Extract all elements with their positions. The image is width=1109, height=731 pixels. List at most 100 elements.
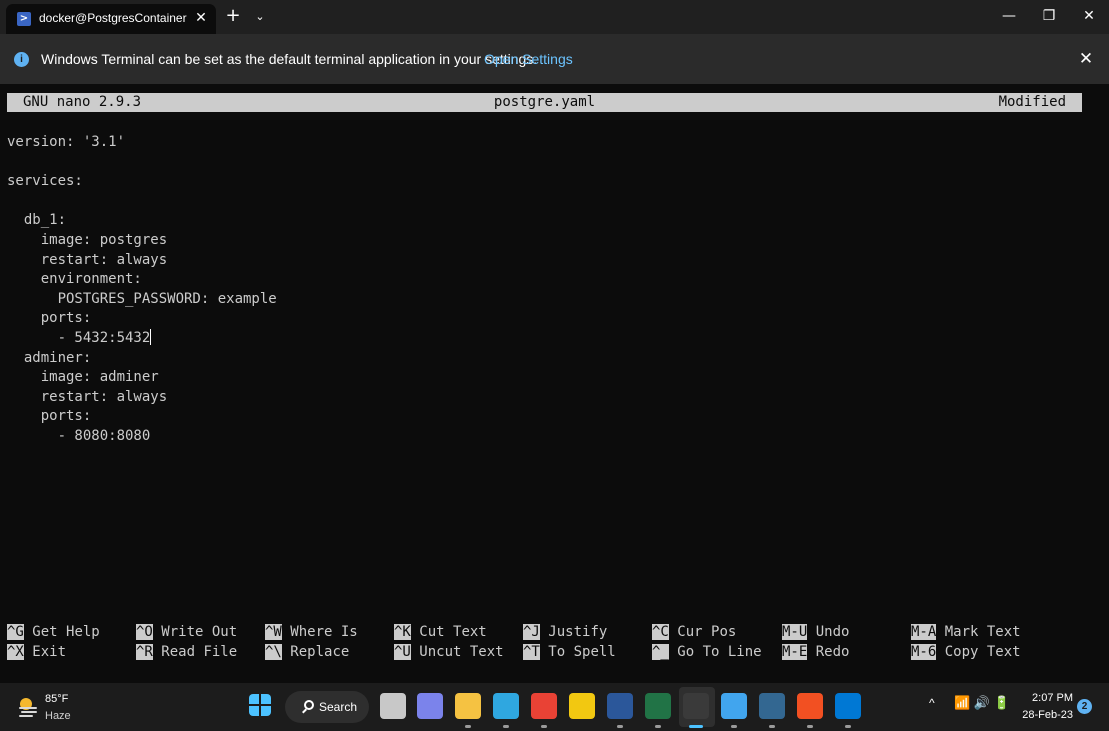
- editor-line: environment:: [7, 271, 142, 288]
- shortcut-key: M-A: [911, 624, 937, 640]
- microsoft-store-icon[interactable]: [797, 693, 823, 719]
- shortcut-undo: M-U Undo: [782, 623, 849, 643]
- title-bar: > docker@PostgresContainer-Li ✕ + ⌄ — ❐ …: [0, 0, 1109, 34]
- shortcut-copy-text: M-6 Copy Text: [911, 643, 1021, 663]
- nano-status: Modified: [998, 94, 1066, 110]
- vscode-icon[interactable]: [835, 693, 861, 719]
- nano-header: postgre.yaml GNU nano 2.9.3 Modified: [7, 93, 1082, 112]
- chrome-icon[interactable]: [531, 693, 557, 719]
- editor-line: ports:: [7, 408, 92, 425]
- search-icon: [304, 700, 314, 710]
- shortcut-label: Redo: [815, 643, 850, 660]
- running-indicator: [807, 725, 813, 728]
- running-indicator: [617, 725, 623, 728]
- shortcut-key: ^J: [523, 624, 540, 640]
- shortcut-label: Cur Pos: [677, 624, 737, 640]
- running-indicator: [503, 725, 509, 728]
- editor-line: version: '3.1': [7, 134, 126, 150]
- weather-haze-icon[interactable]: [16, 695, 40, 719]
- shortcut-label: Get Help: [32, 624, 100, 640]
- search-label: Search: [319, 700, 358, 714]
- power-bi-icon[interactable]: [569, 693, 595, 719]
- close-infobar-icon[interactable]: ✕: [1075, 48, 1097, 70]
- shortcut-get-help: ^G Get Help: [7, 623, 100, 643]
- tab-title: docker@PostgresContainer-Li: [39, 11, 187, 25]
- close-window-button[interactable]: ✕: [1066, 0, 1109, 34]
- editor-line: services:: [7, 173, 83, 190]
- shortcut-label: Go To Line: [677, 643, 762, 660]
- weather-description[interactable]: Haze: [45, 710, 71, 722]
- info-bar: i Windows Terminal can be set as the def…: [0, 34, 1109, 84]
- info-message: Windows Terminal can be set as the defau…: [41, 51, 538, 67]
- excel-icon[interactable]: [645, 693, 671, 719]
- shortcut-label: Write Out: [161, 624, 238, 640]
- shortcut-label: To Spell: [548, 643, 616, 660]
- new-tab-button[interactable]: +: [222, 6, 244, 28]
- shortcut-label: Uncut Text: [419, 643, 504, 660]
- tab-terminal[interactable]: > docker@PostgresContainer-Li ✕: [6, 4, 216, 34]
- shortcut-read-file: ^R Read File: [136, 643, 237, 663]
- windows-start-icon[interactable]: [249, 694, 271, 716]
- running-indicator: [845, 725, 851, 728]
- editor-area[interactable]: version: '3.1' services: db_1: image: pos…: [7, 133, 1097, 593]
- editor-line: restart: always: [7, 251, 168, 268]
- show-hidden-icons-icon[interactable]: ^: [929, 696, 935, 710]
- shortcut-key: ^W: [265, 624, 282, 640]
- shortcut-exit: ^X Exit: [7, 643, 66, 663]
- shortcut-key: ^T: [523, 643, 540, 660]
- notepad-icon[interactable]: [721, 693, 747, 719]
- shortcut-go-to-line: ^_ Go To Line: [652, 643, 762, 663]
- shortcut-key: ^U: [394, 643, 411, 660]
- open-settings-link[interactable]: Open Settings: [484, 51, 573, 67]
- shortcut-label: Justify: [548, 624, 608, 640]
- shortcut-label: Read File: [161, 643, 238, 660]
- shortcut-mark-text: M-A Mark Text: [911, 623, 1021, 643]
- task-view-icon[interactable]: [380, 693, 406, 719]
- close-tab-icon[interactable]: ✕: [191, 8, 211, 28]
- running-indicator: [731, 725, 737, 728]
- editor-line: - 8080:8080: [7, 428, 151, 444]
- editor-line: - 5432:5432: [7, 329, 152, 346]
- running-indicator: [465, 725, 471, 728]
- shortcut-key: M-U: [782, 624, 808, 640]
- shortcut-label: Replace: [290, 643, 350, 660]
- teams-chat-icon[interactable]: [417, 693, 443, 719]
- editor-line: image: postgres: [7, 232, 168, 248]
- shortcut-cur-pos: ^C Cur Pos: [652, 623, 736, 643]
- shortcut-key: ^G: [7, 624, 24, 640]
- powershell-icon: >: [17, 12, 31, 26]
- pgadmin-icon[interactable]: [759, 693, 785, 719]
- clock-date[interactable]: 28-Feb-23: [1021, 709, 1073, 721]
- clock-time[interactable]: 2:07 PM: [1027, 692, 1073, 704]
- shortcut-key: ^_: [652, 643, 669, 660]
- editor-line: image: adminer: [7, 369, 159, 386]
- nano-filename: postgre.yaml: [493, 94, 596, 110]
- shortcut-label: Copy Text: [944, 643, 1021, 660]
- chevron-down-icon[interactable]: ⌄: [251, 7, 269, 27]
- shortcut-key: ^X: [7, 643, 24, 660]
- shortcut-to-spell: ^T To Spell: [523, 643, 616, 663]
- word-icon[interactable]: [607, 693, 633, 719]
- system-tray-icons[interactable]: 📶 🔊 🔋: [954, 695, 1010, 711]
- file-explorer-icon[interactable]: [455, 693, 481, 719]
- taskbar-search-button[interactable]: Search: [285, 691, 369, 723]
- shortcut-key: ^K: [394, 624, 411, 640]
- shortcut-key: M-E: [782, 643, 808, 660]
- shortcut-replace: ^\ Replace: [265, 643, 349, 663]
- editor-line: restart: always: [7, 388, 168, 405]
- edge-icon[interactable]: [493, 693, 519, 719]
- shortcut-uncut-text: ^U Uncut Text: [394, 643, 504, 663]
- shortcut-justify: ^J Justify: [523, 623, 607, 643]
- shortcut-label: Undo: [815, 624, 850, 640]
- editor-line: ports:: [7, 310, 92, 327]
- running-indicator: [541, 725, 547, 728]
- info-icon: i: [14, 52, 29, 67]
- terminal-icon[interactable]: [683, 693, 709, 719]
- shortcut-label: Where Is: [290, 624, 358, 640]
- weather-temperature[interactable]: 85°F: [45, 693, 68, 705]
- notification-badge[interactable]: 2: [1077, 699, 1092, 714]
- shortcut-label: Cut Text: [419, 624, 487, 640]
- shortcut-redo: M-E Redo: [782, 643, 849, 663]
- running-indicator: [689, 725, 703, 728]
- taskbar: 85°F Haze Search ^ 📶 🔊 🔋 2:07 PM 28-Feb-…: [0, 683, 1109, 731]
